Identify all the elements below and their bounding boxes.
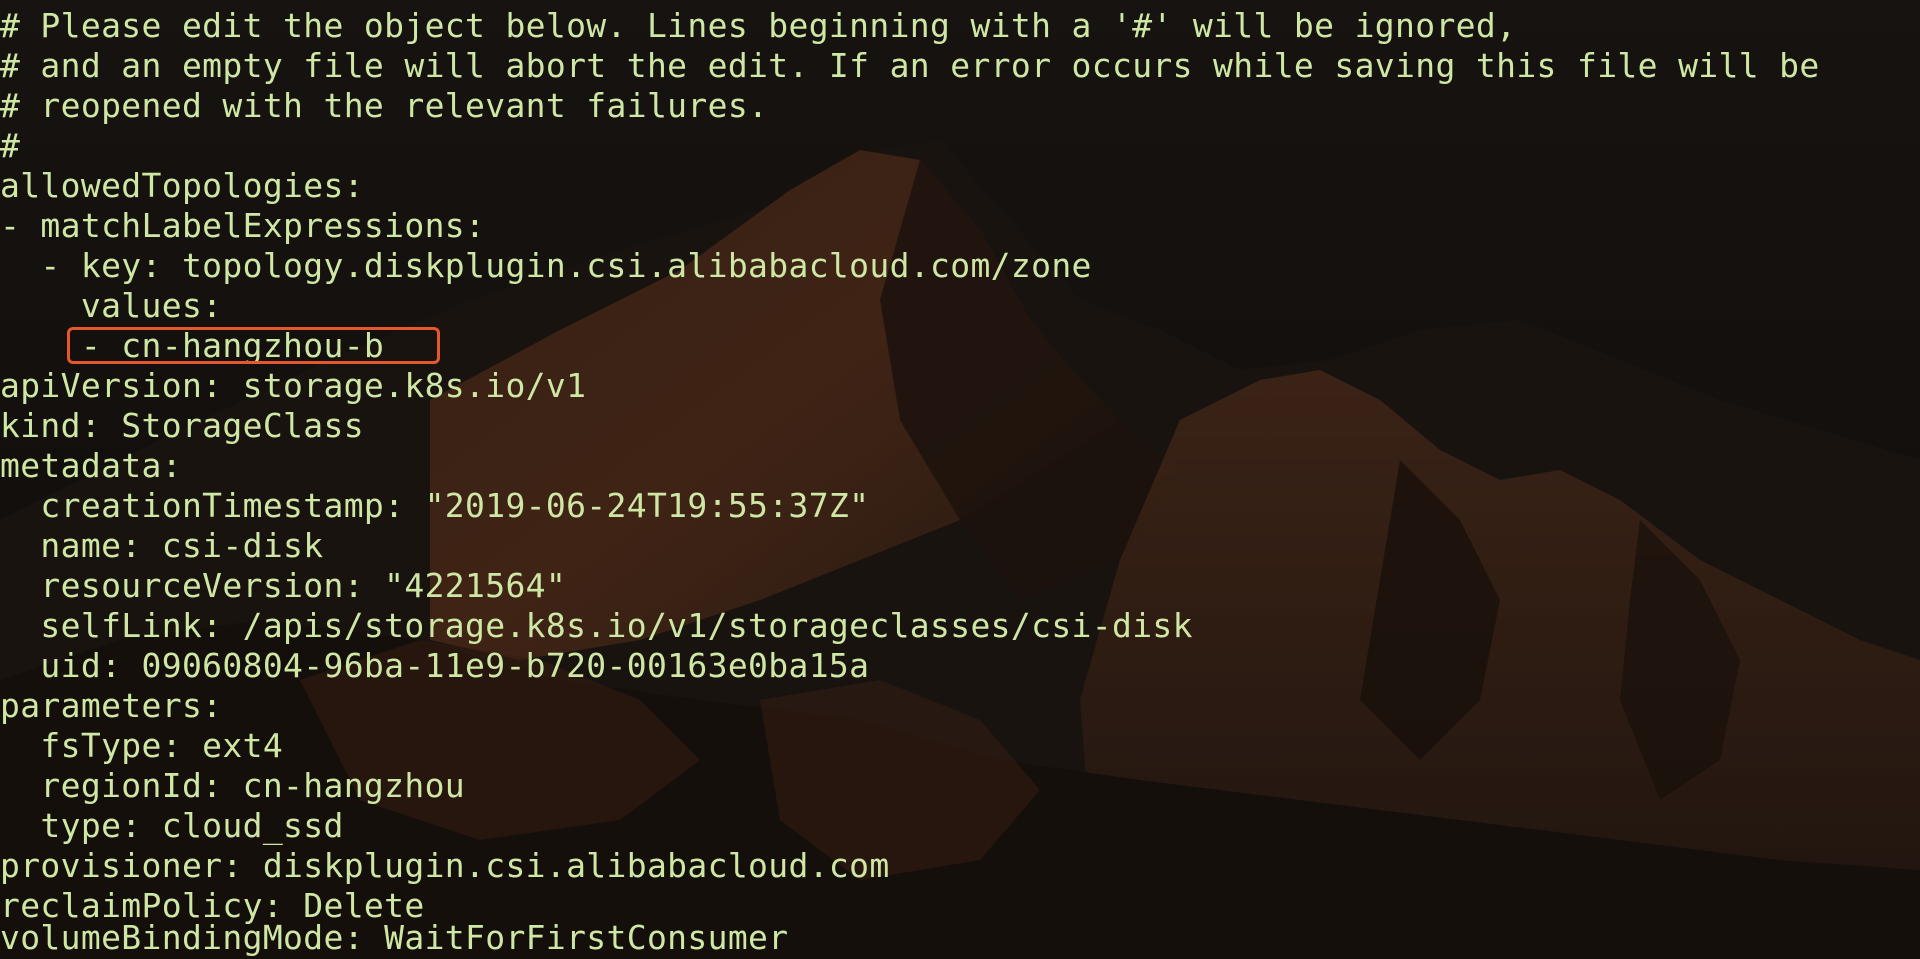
code-line: creationTimestamp: "2019-06-24T19:55:37Z… <box>0 486 870 525</box>
terminal-window: # Please edit the object below. Lines be… <box>0 0 1920 959</box>
code-line: fsType: ext4 <box>0 726 284 765</box>
code-line: # Please edit the object below. Lines be… <box>0 6 1517 45</box>
code-line: name: csi-disk <box>0 526 324 565</box>
code-line: selfLink: /apis/storage.k8s.io/v1/storag… <box>0 606 1193 645</box>
code-line: allowedTopologies: <box>0 166 364 205</box>
code-line: apiVersion: storage.k8s.io/v1 <box>0 366 587 405</box>
code-line: type: cloud_ssd <box>0 806 344 845</box>
code-line: # and an empty file will abort the edit.… <box>0 46 1820 85</box>
code-line: regionId: cn-hangzhou <box>0 766 466 805</box>
code-line: values: <box>0 286 223 325</box>
code-line: uid: 09060804-96ba-11e9-b720-00163e0ba15… <box>0 646 870 685</box>
terminal-text-area[interactable]: # Please edit the object below. Lines be… <box>0 0 1920 959</box>
code-line: metadata: <box>0 446 182 485</box>
code-line: # <box>0 126 21 165</box>
code-line: - matchLabelExpressions: <box>0 206 486 245</box>
annotation-highlight-box <box>67 327 440 364</box>
code-line: parameters: <box>0 686 223 725</box>
code-line: # reopened with the relevant failures. <box>0 86 769 125</box>
code-line: - key: topology.diskplugin.csi.alibabacl… <box>0 246 1092 285</box>
code-line: volumeBindingMode: WaitForFirstConsumer <box>0 918 789 957</box>
code-line: kind: StorageClass <box>0 406 364 445</box>
code-line: provisioner: diskplugin.csi.alibabacloud… <box>0 846 890 885</box>
code-line: resourceVersion: "4221564" <box>0 566 567 605</box>
